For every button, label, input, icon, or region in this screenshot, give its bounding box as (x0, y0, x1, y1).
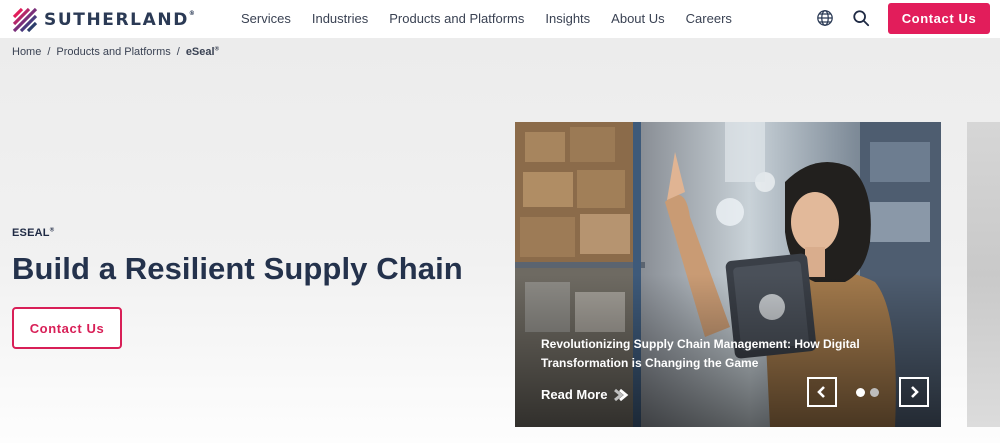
site-header: SUTHERLAND® Services Industries Products… (0, 0, 1000, 38)
chevron-left-icon (817, 386, 825, 398)
carousel-next-button[interactable] (899, 377, 929, 407)
carousel-prev-button[interactable] (807, 377, 837, 407)
chevron-right-icon (911, 386, 919, 398)
carousel-next-card-peek[interactable] (967, 122, 1000, 427)
breadcrumb-products[interactable]: Products and Platforms (56, 46, 170, 58)
hero-eyebrow: ESEAL® (12, 227, 55, 239)
logo-text: SUTHERLAND® (44, 10, 197, 30)
main-nav: Services Industries Products and Platfor… (241, 11, 753, 26)
double-chevron-right-icon (614, 388, 629, 401)
breadcrumb-current: eSeal® (185, 46, 219, 58)
contact-us-button[interactable]: Contact Us (888, 3, 990, 34)
search-icon[interactable] (852, 9, 870, 27)
logo[interactable]: SUTHERLAND® (12, 7, 197, 33)
warehouse-photo (515, 122, 941, 427)
slide-title[interactable]: Revolutionizing Supply Chain Management:… (541, 335, 871, 373)
nav-item-careers[interactable]: Careers (686, 11, 732, 26)
nav-item-products-and-platforms[interactable]: Products and Platforms (389, 11, 524, 26)
breadcrumb-separator: / (176, 46, 180, 58)
read-more-link[interactable]: Read More (541, 387, 629, 402)
carousel-card[interactable]: Revolutionizing Supply Chain Management:… (515, 122, 941, 427)
globe-icon[interactable] (816, 9, 834, 27)
nav-item-insights[interactable]: Insights (545, 11, 590, 26)
breadcrumb: Home / Products and Platforms / eSeal® (12, 46, 219, 58)
page-title: Build a Resilient Supply Chain (12, 251, 463, 286)
nav-item-industries[interactable]: Industries (312, 11, 368, 26)
nav-item-services[interactable]: Services (241, 11, 291, 26)
carousel-dot-1[interactable] (856, 388, 865, 397)
hero-section: Home / Products and Platforms / eSeal® E… (0, 38, 1000, 443)
carousel-dot-2[interactable] (870, 388, 879, 397)
read-more-label: Read More (541, 387, 608, 402)
breadcrumb-separator: / (47, 46, 51, 58)
logo-mark-icon (12, 7, 38, 33)
hero-contact-button[interactable]: Contact Us (12, 307, 122, 349)
breadcrumb-home[interactable]: Home (12, 46, 41, 58)
nav-item-about-us[interactable]: About Us (611, 11, 664, 26)
